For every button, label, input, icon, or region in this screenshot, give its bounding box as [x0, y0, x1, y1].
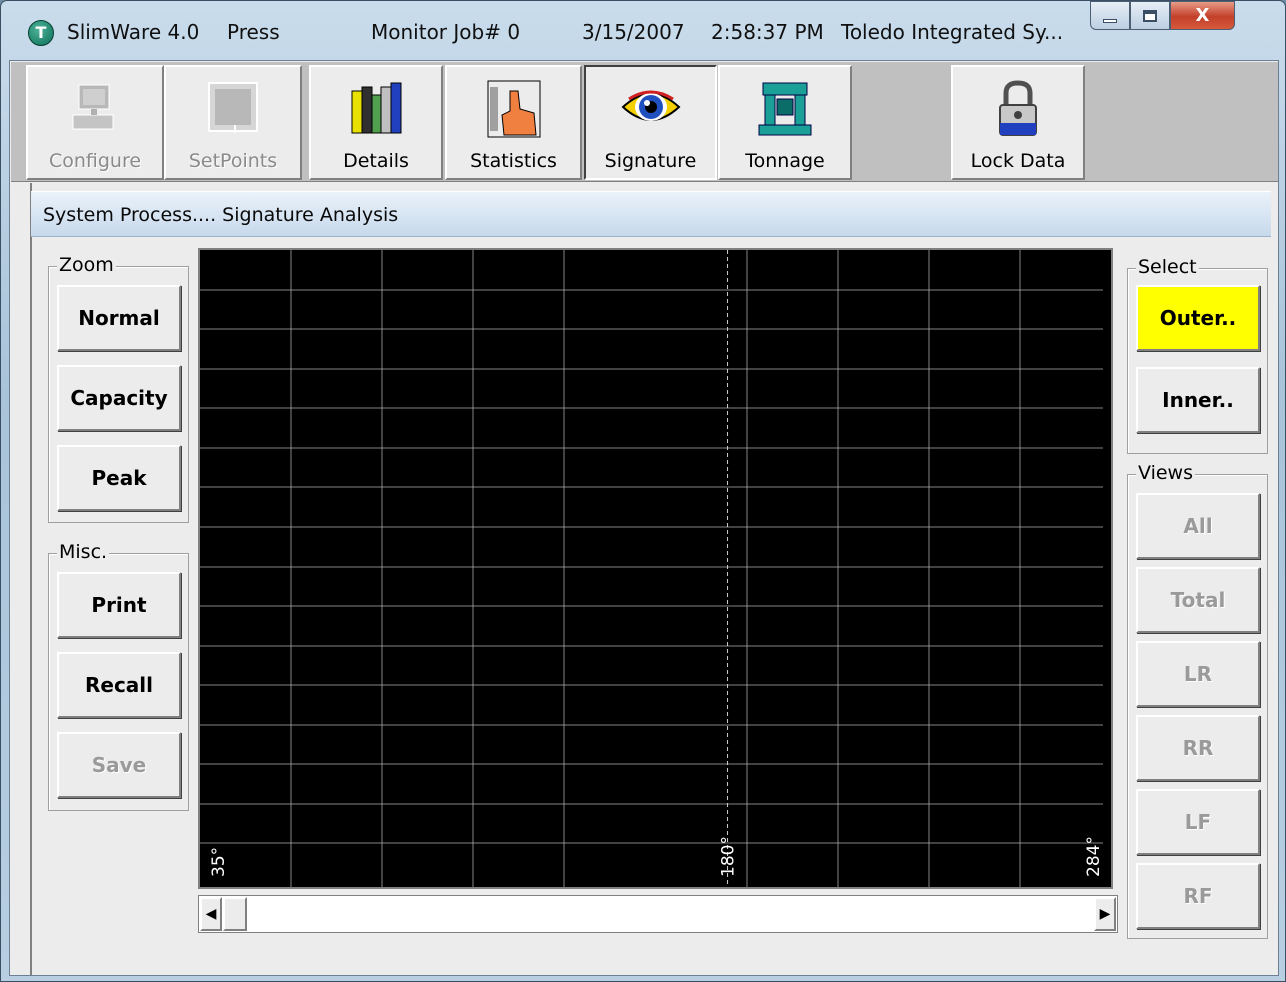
zoom-normal-button[interactable]: Normal: [57, 285, 181, 351]
signature-chart-svg: 35° 180° 284°: [200, 250, 1104, 887]
lock-data-button[interactable]: Lock Data: [951, 65, 1085, 180]
misc-group-title: Misc.: [57, 541, 110, 563]
details-label: Details: [343, 150, 409, 172]
zoom-peak-button[interactable]: Peak: [57, 445, 181, 511]
configure-label: Configure: [48, 150, 142, 172]
books-icon: [351, 82, 402, 134]
views-group-title: Views: [1136, 462, 1195, 484]
zoom-group: Zoom Normal Capacity Peak: [48, 254, 189, 523]
title-app-name: SlimWare 4.0: [67, 20, 200, 44]
page-heading: System Process.... Signature Analysis: [31, 191, 1271, 237]
lock-data-label: Lock Data: [970, 150, 1066, 172]
title-job: Monitor Job# 0: [371, 20, 521, 44]
app-logo-icon[interactable]: T: [28, 20, 54, 46]
inner-button[interactable]: Inner..: [1136, 367, 1260, 433]
tonnage-button[interactable]: Tonnage: [718, 65, 852, 180]
setpoints-label: SetPoints: [188, 150, 278, 172]
title-time: 2:58:37 PM: [711, 20, 824, 44]
views-group: Views All Total LR RR LF RF: [1127, 462, 1268, 939]
main-toolbar: Configure SetPoints Details Statistics S…: [11, 62, 1278, 182]
save-button[interactable]: Save: [57, 732, 181, 798]
outer-button[interactable]: Outer..: [1136, 285, 1260, 351]
scroll-thumb[interactable]: [223, 897, 247, 931]
statistics-label: Statistics: [470, 150, 557, 172]
arrow-right-icon: ▶: [1099, 906, 1111, 922]
padlock-icon: [999, 80, 1037, 136]
signature-label: Signature: [604, 150, 697, 172]
title-mode: Press: [227, 20, 280, 44]
zoom-capacity-button[interactable]: Capacity: [57, 365, 181, 431]
chart-x-tick-label: 35°: [209, 847, 229, 877]
page-title: System Process.... Signature Analysis: [43, 204, 399, 226]
select-group-title: Select: [1136, 256, 1199, 278]
signature-button[interactable]: Signature: [584, 65, 717, 180]
chart-horizontal-scrollbar[interactable]: ◀ ▶: [198, 895, 1118, 933]
view-all-button[interactable]: All: [1136, 493, 1260, 559]
view-total-button[interactable]: Total: [1136, 567, 1260, 633]
title-company: Toledo Integrated Sy...: [841, 20, 1064, 44]
zoom-group-title: Zoom: [57, 254, 116, 276]
scroll-left-arrow[interactable]: ◀: [200, 897, 222, 931]
misc-group: Misc. Print Recall Save: [48, 541, 189, 811]
content-frame-edge: [30, 183, 32, 975]
chart-x-tick-label: 180°: [719, 836, 739, 877]
statistics-button[interactable]: Statistics: [445, 65, 582, 180]
arrow-left-icon: ◀: [205, 906, 217, 922]
close-icon: X: [1195, 5, 1210, 26]
minimize-icon: [1103, 18, 1117, 23]
signature-chart[interactable]: 35° 180° 284°: [198, 248, 1113, 889]
title-bar[interactable]: T SlimWare 4.0 Press Monitor Job# 0 3/15…: [1, 1, 1285, 61]
maximize-button[interactable]: [1130, 1, 1170, 30]
view-rf-button[interactable]: RF: [1136, 863, 1260, 929]
view-lr-button[interactable]: LR: [1136, 641, 1260, 707]
scroll-right-arrow[interactable]: ▶: [1094, 897, 1116, 931]
eye-icon: [621, 90, 680, 121]
minimize-button[interactable]: [1090, 1, 1130, 30]
details-button[interactable]: Details: [309, 65, 443, 180]
select-group: Select Outer.. Inner..: [1127, 256, 1268, 454]
computer-icon: [72, 84, 114, 130]
window-controls: X: [1090, 1, 1235, 31]
maximize-icon: [1143, 9, 1157, 22]
hand-chart-icon: [487, 80, 540, 138]
configure-button[interactable]: Configure: [26, 65, 164, 180]
title-date: 3/15/2007: [582, 20, 685, 44]
view-rr-button[interactable]: RR: [1136, 715, 1260, 781]
chart-x-tick-label: 284°: [1084, 836, 1104, 877]
setpoints-icon: [208, 82, 258, 133]
press-machine-icon: [758, 82, 812, 136]
view-lf-button[interactable]: LF: [1136, 789, 1260, 855]
tonnage-label: Tonnage: [745, 150, 825, 172]
recall-button[interactable]: Recall: [57, 652, 181, 718]
setpoints-button[interactable]: SetPoints: [164, 65, 302, 180]
close-button[interactable]: X: [1170, 1, 1235, 30]
print-button[interactable]: Print: [57, 572, 181, 638]
app-window: T SlimWare 4.0 Press Monitor Job# 0 3/15…: [0, 0, 1286, 982]
